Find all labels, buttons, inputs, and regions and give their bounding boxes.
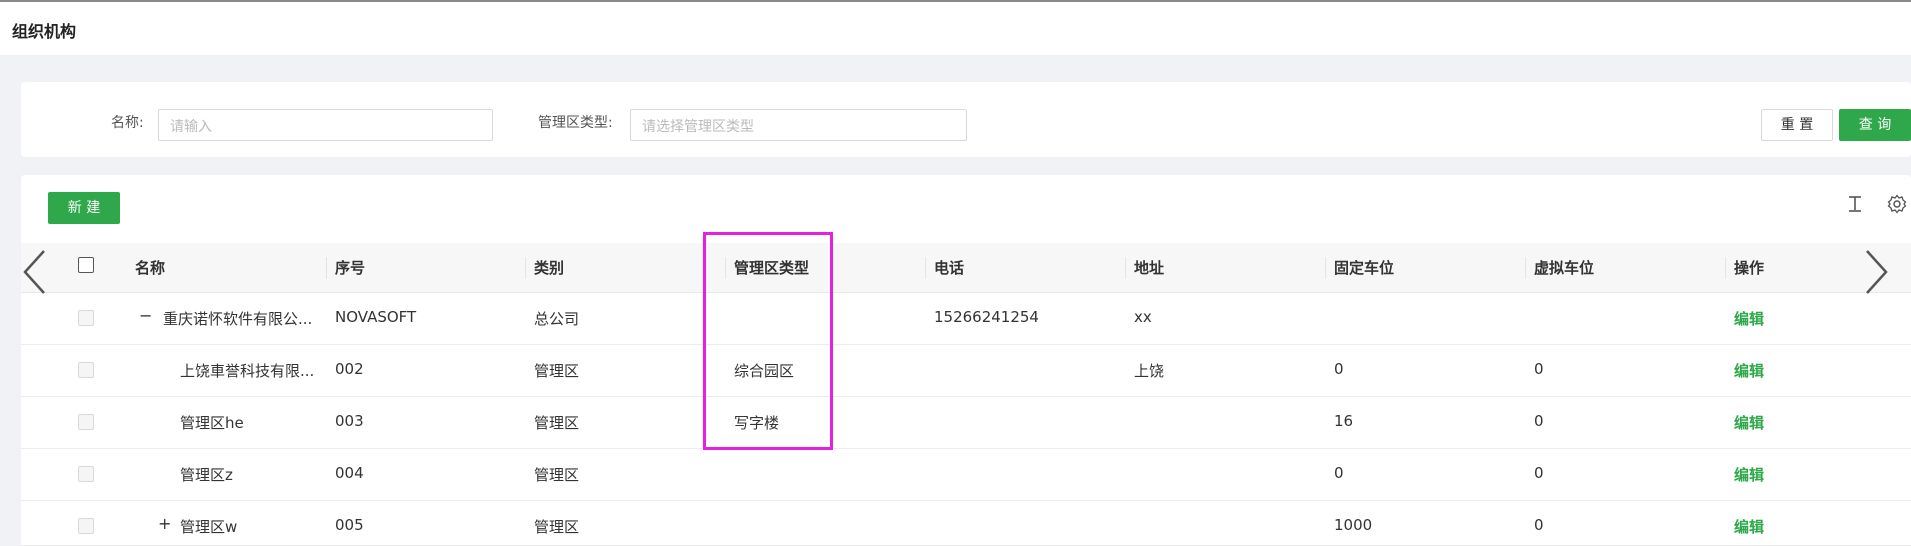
col-phone[interactable]: 电话 [934,257,964,278]
cell-fixed-spaces: 0 [1334,464,1344,482]
col-category[interactable]: 类别 [534,257,564,278]
table-row[interactable]: 管理区he 003 管理区 写字楼 16 0 编辑 [21,397,1911,449]
cell-category: 管理区 [534,466,580,484]
page-title: 组织机构 [12,22,77,41]
zone-type-select[interactable]: 请选择管理区类型 [630,109,967,141]
col-actions: 操作 [1734,259,1765,277]
cell-seq: 004 [335,464,364,482]
table-row[interactable]: + 管理区w 005 管理区 1000 0 编辑 [21,501,1911,546]
row-checkbox[interactable] [78,466,94,482]
cell-phone: 15266241254 [934,308,1039,326]
gear-icon[interactable] [1887,194,1907,219]
edit-link[interactable]: 编辑 [1734,308,1764,329]
table-row[interactable]: − 重庆诺怀软件有限公... NOVASOFT 总公司 15266241254 … [21,293,1911,345]
cell-zone-type: 综合园区 [734,362,795,380]
name-input[interactable]: 请输入 [158,109,493,141]
table-header: 名称 序号 类别 管理区类型 电话 地址 固定车位 虚拟车位 操作 [21,243,1911,293]
cell-name: 重庆诺怀软件有限公... [163,310,313,328]
cell-category: 管理区 [534,518,580,536]
collapse-icon[interactable]: − [139,306,152,325]
cell-virtual-spaces: 0 [1534,360,1544,378]
scroll-left-arrow-icon[interactable] [20,248,50,296]
edit-link[interactable]: 编辑 [1734,516,1764,537]
cell-category: 总公司 [534,310,580,328]
cell-address: 上饶 [1134,362,1165,380]
row-checkbox[interactable] [78,518,94,534]
edit-link[interactable]: 编辑 [1734,412,1764,433]
name-label: 名称: [111,115,144,131]
cell-fixed-spaces: 1000 [1334,516,1373,534]
table-row[interactable]: 管理区z 004 管理区 0 0 编辑 [21,449,1911,501]
query-button[interactable]: 查 询 [1839,109,1911,141]
col-zone-type[interactable]: 管理区类型 [734,257,809,278]
row-checkbox[interactable] [78,310,94,326]
cell-name: 管理区w [180,518,238,536]
cell-seq: 005 [335,516,364,534]
col-address[interactable]: 地址 [1134,257,1164,278]
search-panel: 名称: 请输入 管理区类型: 请选择管理区类型 重 置 查 询 [21,82,1911,157]
cell-category: 管理区 [534,414,580,432]
row-checkbox[interactable] [78,362,94,378]
new-button[interactable]: 新 建 [48,192,120,224]
table-row[interactable]: 上饶車誉科技有限... 002 管理区 综合园区 上饶 0 0 编辑 [21,345,1911,397]
scroll-right-arrow-icon[interactable] [1861,248,1891,296]
cell-fixed-spaces: 16 [1334,412,1354,430]
cell-address: xx [1134,308,1152,326]
cell-seq: NOVASOFT [335,308,417,326]
cell-category: 管理区 [534,362,580,380]
edit-link[interactable]: 编辑 [1734,360,1764,381]
cell-virtual-spaces: 0 [1534,464,1544,482]
column-height-icon[interactable] [1847,195,1863,218]
cell-name: 上饶車誉科技有限... [180,362,315,380]
expand-icon[interactable]: + [158,514,171,533]
top-bar: 组织机构 [0,0,1911,55]
cell-virtual-spaces: 0 [1534,412,1544,430]
cell-seq: 002 [335,360,364,378]
cell-zone-type: 写字楼 [734,414,780,432]
col-name[interactable]: 名称 [135,257,165,278]
zone-type-label: 管理区类型: [538,115,613,131]
cell-seq: 003 [335,412,364,430]
reset-button[interactable]: 重 置 [1761,109,1833,141]
col-fixed-spaces[interactable]: 固定车位 [1334,257,1394,278]
col-virtual-spaces[interactable]: 虚拟车位 [1534,257,1594,278]
cell-fixed-spaces: 0 [1334,360,1344,378]
row-checkbox[interactable] [78,414,94,430]
cell-name: 管理区z [180,466,233,484]
cell-virtual-spaces: 0 [1534,516,1544,534]
cell-name: 管理区he [180,414,244,432]
col-seq[interactable]: 序号 [335,257,365,278]
edit-link[interactable]: 编辑 [1734,464,1764,485]
select-all-checkbox[interactable] [78,257,94,273]
